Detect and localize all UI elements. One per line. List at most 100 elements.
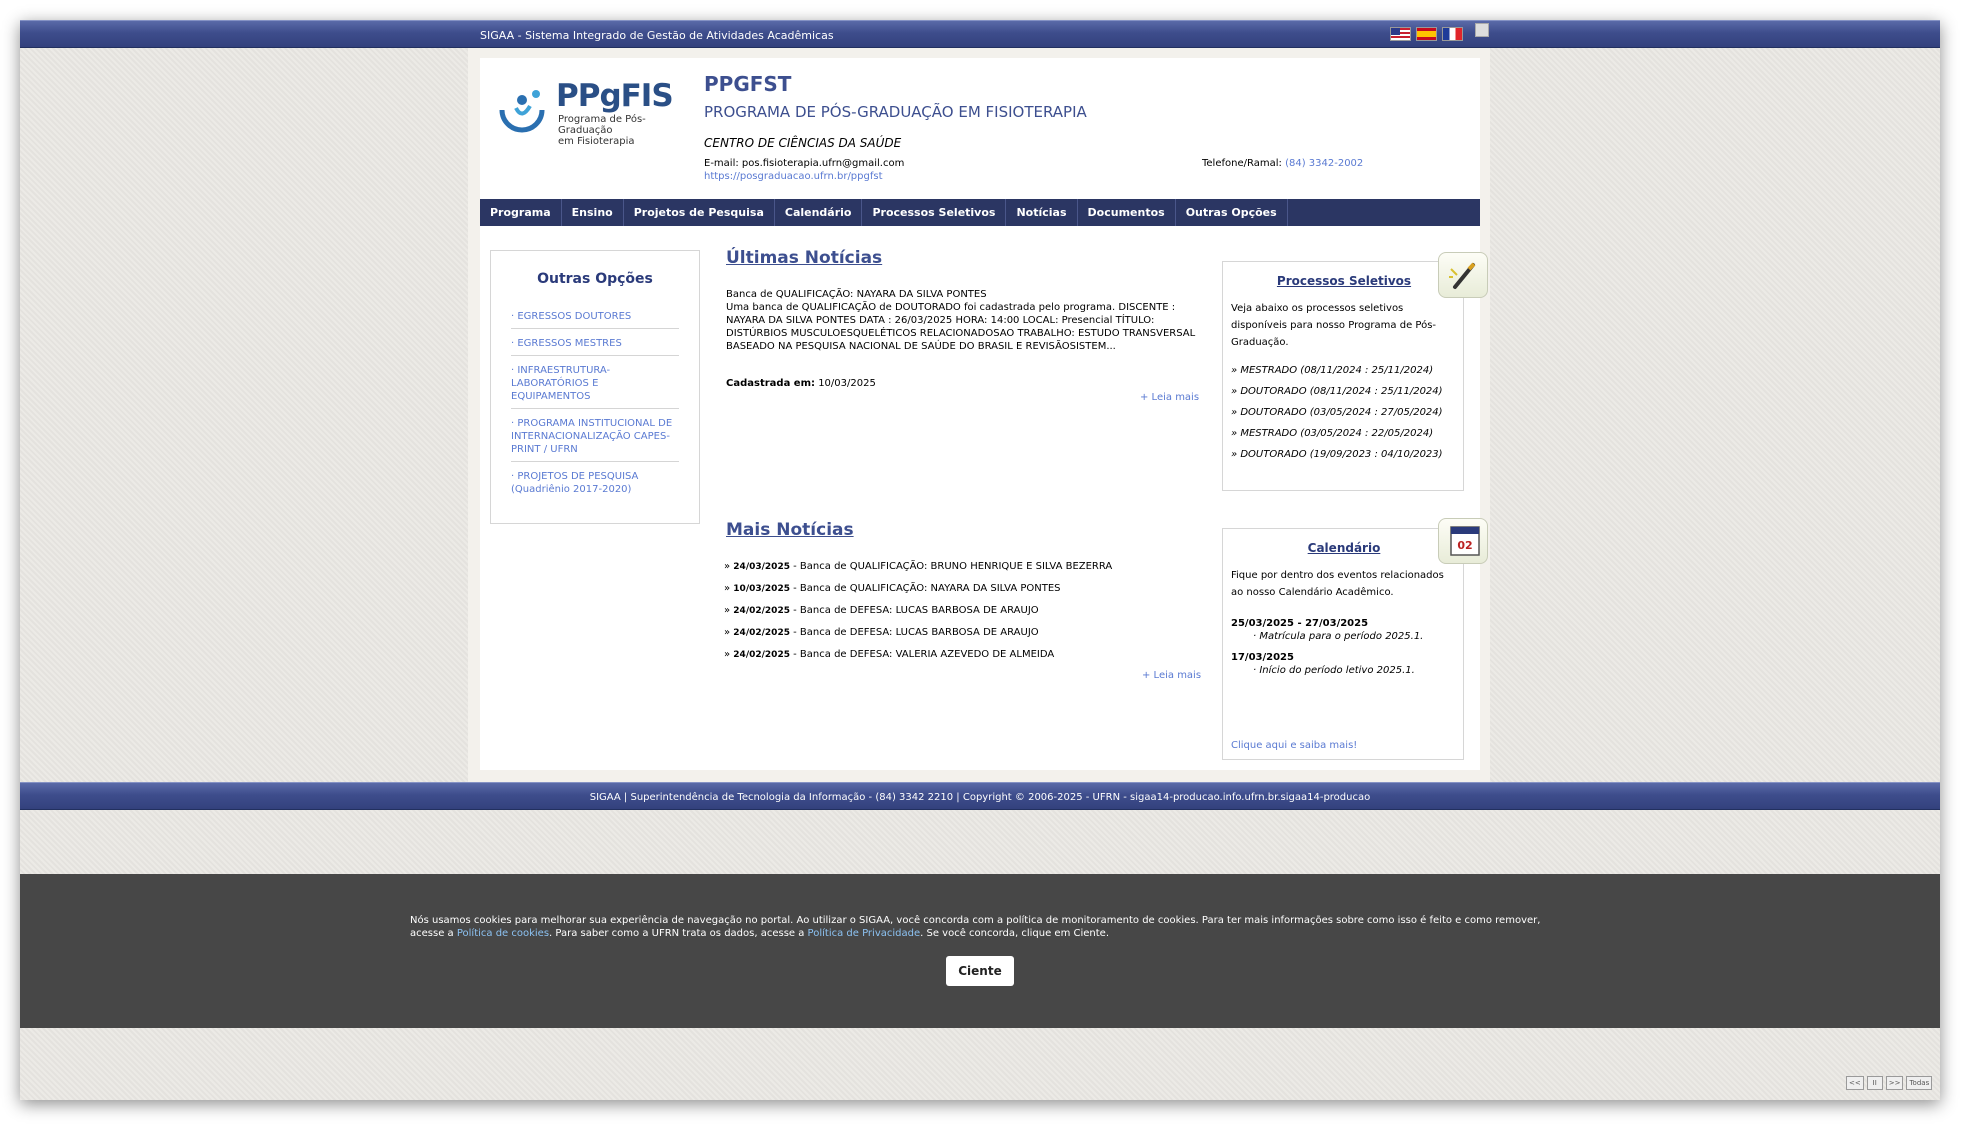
processo-item[interactable]: » MESTRADO (03/05/2024 : 22/05/2024): [1231, 427, 1443, 448]
sidebar-link-infraestrutura[interactable]: · INFRAESTRUTURA-LABORATÓRIOS E EQUIPAME…: [511, 361, 679, 409]
page-column: PPgFIS Programa de Pós-Graduação em Fisi…: [468, 48, 1490, 802]
more-news-title[interactable]: Mais Notícias: [726, 520, 854, 540]
prev-button[interactable]: <<: [1846, 1076, 1864, 1090]
more-news-read-more-link[interactable]: + Leia mais: [1142, 670, 1201, 681]
registered-label: Cadastrada em:: [726, 378, 815, 389]
slider-controls: << II >> Todas: [1846, 1076, 1933, 1090]
processo-item[interactable]: » DOUTORADO (03/05/2024 : 27/05/2024): [1231, 406, 1443, 427]
cookie-message: Nós usamos cookies para melhorar sua exp…: [410, 914, 1560, 940]
sidebar-link-capes-print[interactable]: · PROGRAMA INSTITUCIONAL DE INTERNACIONA…: [511, 414, 679, 462]
us-flag-icon[interactable]: [1390, 27, 1411, 41]
nav-outras-opcoes[interactable]: Outras Opções: [1176, 199, 1288, 226]
pause-button[interactable]: II: [1866, 1076, 1883, 1090]
news-text: Uma banca de QUALIFICAÇÃO de DOUTORADO f…: [726, 302, 1196, 352]
nav-programa[interactable]: Programa: [480, 199, 562, 226]
event-date: 25/03/2025 - 27/03/2025: [1231, 618, 1369, 629]
processos-title[interactable]: Processos Seletivos: [1223, 274, 1465, 288]
calendario-box: Calendário Fique por dentro dos eventos …: [1222, 528, 1464, 760]
read-more-link[interactable]: + Leia mais: [1140, 392, 1199, 403]
list-item[interactable]: » 24/02/2025 - Banca de DEFESA: VALERIA …: [724, 648, 1204, 670]
center-name: CENTRO DE CIÊNCIAS DA SAÚDE: [704, 136, 902, 150]
logo-subtitle-line1: Programa de Pós-Graduação: [558, 114, 646, 136]
broken-image-icon[interactable]: [1475, 23, 1489, 37]
list-item[interactable]: » 10/03/2025 - Banca de QUALIFICAÇÃO: NA…: [724, 582, 1204, 604]
news-item-text: - Banca de DEFESA: LUCAS BARBOSA DE ARAU…: [789, 605, 1039, 616]
news-date: 24/03/2025: [733, 562, 790, 572]
sidebar-link-egressos-doutores[interactable]: · EGRESSOS DOUTORES: [511, 307, 679, 329]
nav-processos-seletivos[interactable]: Processos Seletivos: [862, 199, 1007, 226]
all-button[interactable]: Todas: [1906, 1076, 1933, 1090]
logo-subtitle-line2: em Fisioterapia: [558, 136, 635, 147]
spain-flag-icon[interactable]: [1416, 27, 1437, 41]
news-registered: Cadastrada em: 10/03/2025: [726, 378, 876, 389]
privacy-policy-link[interactable]: Política de Privacidade: [808, 928, 921, 939]
sidebar-link-projetos-pesquisa[interactable]: · PROJETOS DE PESQUISA (Quadriênio 2017-…: [511, 467, 679, 501]
nav-projetos-pesquisa[interactable]: Projetos de Pesquisa: [624, 199, 775, 226]
list-item[interactable]: » 24/02/2025 - Banca de DEFESA: LUCAS BA…: [724, 626, 1204, 648]
processo-item[interactable]: » MESTRADO (08/11/2024 : 25/11/2024): [1231, 364, 1443, 385]
phone-number: (84) 3342-2002: [1285, 158, 1364, 169]
processo-item[interactable]: » DOUTORADO (19/09/2023 : 04/10/2023): [1231, 448, 1443, 469]
news-headline: Banca de QUALIFICAÇÃO: NAYARA DA SILVA P…: [726, 289, 987, 300]
processos-desc: Veja abaixo os processos seletivos dispo…: [1231, 303, 1437, 348]
cookie-text-2: . Para saber como a UFRN trata os dados,…: [549, 928, 808, 939]
latest-news-title[interactable]: Últimas Notícias: [726, 248, 882, 268]
list-item[interactable]: » 24/03/2025 - Banca de QUALIFICAÇÃO: BR…: [724, 560, 1204, 582]
news-item-text: - Banca de DEFESA: VALERIA AZEVEDO DE AL…: [789, 649, 1055, 660]
contact-phone: Telefone/Ramal: (84) 3342-2002: [1202, 158, 1363, 169]
logo-wordmark: PPgFIS: [556, 78, 674, 114]
system-title: SIGAA - Sistema Integrado de Gestão de A…: [480, 29, 834, 42]
nav-noticias[interactable]: Notícias: [1006, 199, 1078, 226]
calendar-event: 25/03/2025 - 27/03/2025 · Matrícula para…: [1231, 617, 1423, 643]
sidebar: Outras Opções · EGRESSOS DOUTORES · EGRE…: [490, 250, 700, 524]
footer-bar: SIGAA | Superintendência de Tecnologia d…: [20, 782, 1940, 810]
program-code: PPGFST: [704, 72, 792, 96]
processo-item[interactable]: » DOUTORADO (08/11/2024 : 25/11/2024): [1231, 385, 1443, 406]
sidebar-title: Outras Opções: [537, 271, 653, 287]
nav-documentos[interactable]: Documentos: [1078, 199, 1176, 226]
calendar-event: 17/03/2025 · Início do período letivo 20…: [1231, 651, 1415, 677]
event-text: · Matrícula para o período 2025.1.: [1253, 631, 1424, 642]
logo-emblem-icon: [499, 90, 545, 133]
more-news-list: » 24/03/2025 - Banca de QUALIFICAÇÃO: BR…: [724, 560, 1204, 670]
phone-label: Telefone/Ramal:: [1202, 158, 1282, 169]
program-logo[interactable]: PPgFIS Programa de Pós-Graduação em Fisi…: [496, 78, 696, 148]
sidebar-links: · EGRESSOS DOUTORES · EGRESSOS MESTRES ·…: [511, 307, 679, 506]
news-item-text: - Banca de QUALIFICAÇÃO: NAYARA DA SILVA…: [789, 583, 1061, 594]
news-date: 24/02/2025: [733, 650, 790, 660]
list-item[interactable]: » 24/02/2025 - Banca de DEFESA: LUCAS BA…: [724, 604, 1204, 626]
logo-subtitle: Programa de Pós-Graduação em Fisioterapi…: [558, 114, 696, 147]
contact-email: E-mail: pos.fisioterapia.ufrn@gmail.com: [704, 158, 905, 169]
registered-date: 10/03/2025: [818, 378, 876, 389]
nav-calendario[interactable]: Calendário: [775, 199, 863, 226]
cookie-policy-link[interactable]: Política de cookies: [457, 928, 549, 939]
ciente-button[interactable]: Ciente: [946, 956, 1014, 986]
news-date: 24/02/2025: [733, 606, 790, 616]
processos-list: » MESTRADO (08/11/2024 : 25/11/2024) » D…: [1231, 364, 1443, 469]
pencil-icon: [1438, 252, 1488, 298]
sidebar-link-egressos-mestres[interactable]: · EGRESSOS MESTRES: [511, 334, 679, 356]
event-date: 17/03/2025: [1231, 652, 1294, 663]
calendar-icon: 02: [1438, 518, 1488, 564]
next-button[interactable]: >>: [1885, 1076, 1904, 1090]
content-area: PPgFIS Programa de Pós-Graduação em Fisi…: [480, 58, 1488, 770]
cookie-text-3: . Se você concorda, clique em Ciente.: [920, 928, 1110, 939]
calendario-title[interactable]: Calendário: [1223, 541, 1465, 555]
calendar-day: 02: [1457, 539, 1472, 552]
footer-text: SIGAA | Superintendência de Tecnologia d…: [589, 792, 1371, 803]
nav-ensino[interactable]: Ensino: [562, 199, 624, 226]
top-bar: SIGAA - Sistema Integrado de Gestão de A…: [20, 20, 1940, 48]
program-name: PROGRAMA DE PÓS-GRADUAÇÃO EM FISIOTERAPI…: [704, 103, 1087, 121]
main-nav: Programa Ensino Projetos de Pesquisa Cal…: [480, 199, 1480, 226]
language-flags: [1390, 27, 1463, 41]
news-item-text: - Banca de DEFESA: LUCAS BARBOSA DE ARAU…: [789, 627, 1039, 638]
cookie-banner: Nós usamos cookies para melhorar sua exp…: [20, 874, 1940, 1028]
calendar-more-link[interactable]: Clique aqui e saiba mais!: [1231, 740, 1357, 751]
program-url-link[interactable]: https://posgraduacao.ufrn.br/ppgfst: [704, 171, 883, 182]
news-date: 10/03/2025: [733, 584, 790, 594]
news-item-text: - Banca de QUALIFICAÇÃO: BRUNO HENRIQUE …: [789, 561, 1113, 572]
calendario-desc: Fique por dentro dos eventos relacionado…: [1231, 570, 1444, 598]
france-flag-icon[interactable]: [1442, 27, 1463, 41]
news-date: 24/02/2025: [733, 628, 790, 638]
processos-box: Processos Seletivos Veja abaixo os proce…: [1222, 261, 1464, 491]
